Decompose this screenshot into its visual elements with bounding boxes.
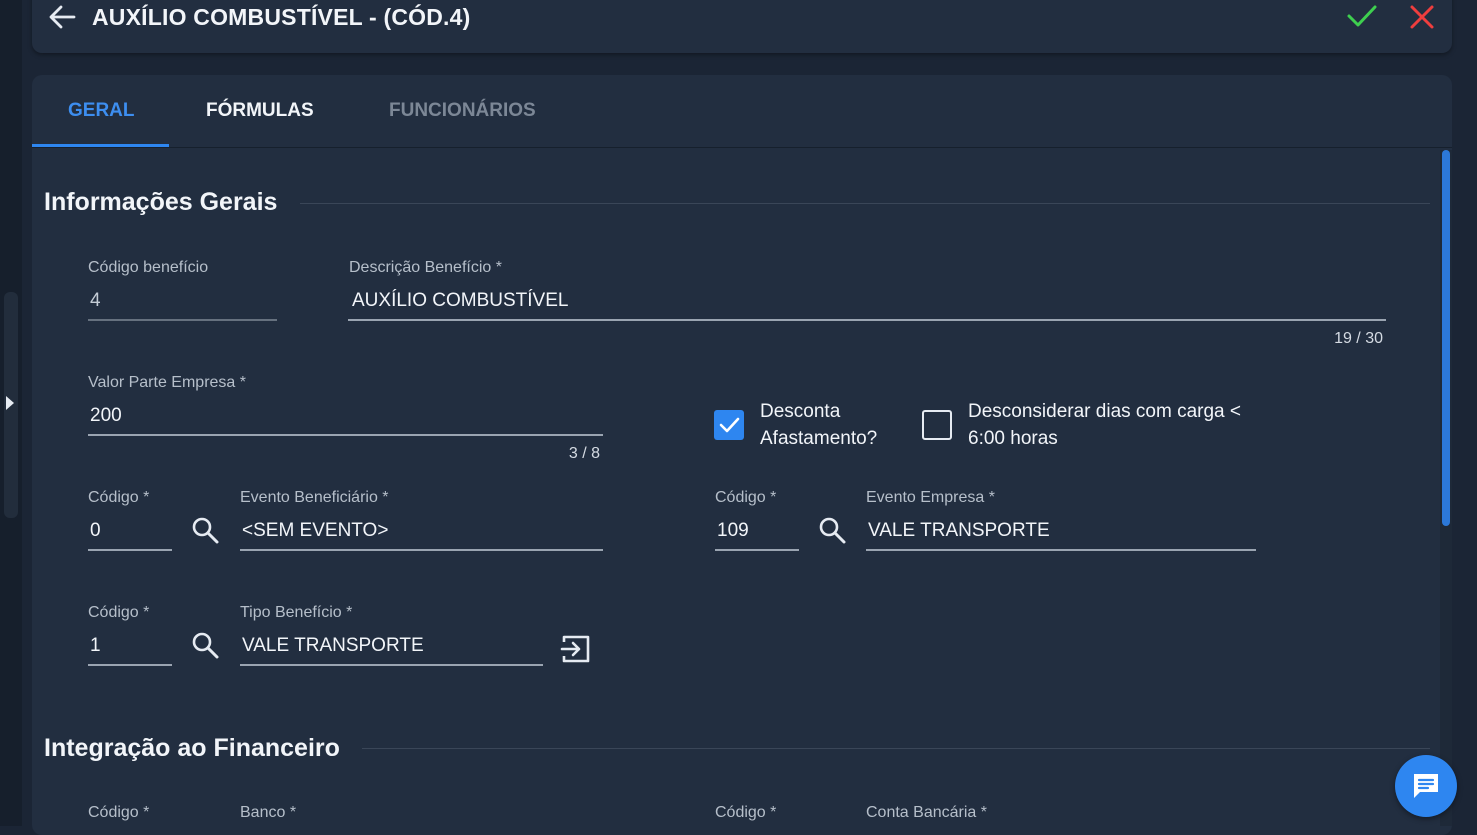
arrow-left-icon[interactable] — [48, 4, 76, 30]
evento-empresa-codigo-input[interactable]: 109 — [717, 520, 749, 542]
conta-codigo-label: Código * — [715, 804, 777, 821]
tipo-beneficio-codigo-input[interactable]: 1 — [90, 635, 101, 657]
tab-funcionarios[interactable]: FUNCIONÁRIOS — [389, 100, 536, 122]
valor-parte-empresa-underline — [88, 434, 603, 436]
banco-label: Banco * — [240, 804, 297, 821]
desconsiderar-dias-line2: 6:00 horas — [968, 428, 1058, 449]
codigo-beneficio-underline — [88, 319, 277, 321]
close-icon[interactable] — [1408, 3, 1436, 31]
desconsiderar-dias-label: Desconsiderar dias com carga < 6:00 hora… — [968, 398, 1241, 452]
evento-beneficiario-underline — [240, 549, 603, 551]
evento-empresa-label: Evento Empresa * — [866, 489, 995, 506]
search-icon[interactable] — [190, 630, 220, 660]
desconta-afastamento-label: Desconta Afastamento? — [760, 398, 877, 452]
tabs-divider — [32, 147, 1452, 148]
section-title-financeiro: Integração ao Financeiro — [44, 734, 340, 762]
tipo-beneficio-underline — [240, 664, 543, 666]
desconsiderar-dias-line1: Desconsiderar dias com carga < — [968, 401, 1241, 422]
tipo-beneficio-label: Tipo Benefício * — [240, 604, 353, 621]
section-divider — [362, 748, 1430, 749]
evento-beneficiario-input[interactable]: <SEM EVENTO> — [242, 520, 388, 542]
conta-bancaria-label: Conta Bancária * — [866, 804, 987, 821]
expand-arrow-icon[interactable] — [6, 396, 14, 410]
descricao-beneficio-underline — [348, 319, 1386, 321]
section-divider — [300, 203, 1430, 204]
page-title: AUXÍLIO COMBUSTÍVEL - (CÓD.4) — [92, 4, 471, 30]
search-icon[interactable] — [190, 515, 220, 545]
valor-parte-empresa-label: Valor Parte Empresa * — [88, 374, 246, 391]
open-external-icon[interactable] — [560, 633, 592, 665]
evento-beneficiario-label: Evento Beneficiário * — [240, 489, 389, 506]
chat-icon — [1414, 774, 1438, 798]
desconsiderar-dias-checkbox[interactable] — [922, 410, 952, 440]
desconta-afastamento-line1: Desconta — [760, 401, 841, 422]
codigo-beneficio-label: Código benefício — [88, 259, 209, 276]
tipo-beneficio-codigo-label: Código * — [88, 604, 150, 621]
tipo-beneficio-input[interactable]: VALE TRANSPORTE — [242, 635, 424, 657]
evento-beneficiario-codigo-input[interactable]: 0 — [90, 520, 101, 542]
tab-formulas[interactable]: FÓRMULAS — [206, 100, 314, 122]
evento-beneficiario-codigo-label: Código * — [88, 489, 150, 506]
banco-codigo-label: Código * — [88, 804, 150, 821]
tab-geral[interactable]: GERAL — [68, 100, 135, 122]
evento-empresa-codigo-underline — [715, 549, 799, 551]
valor-counter: 3 / 8 — [568, 445, 600, 462]
section-title-general: Informações Gerais — [44, 188, 278, 216]
check-icon[interactable] — [1346, 2, 1378, 30]
evento-empresa-codigo-label: Código * — [715, 489, 777, 506]
chat-button[interactable] — [1395, 755, 1457, 817]
evento-empresa-underline — [866, 549, 1256, 551]
descricao-counter: 19 / 30 — [1334, 330, 1383, 347]
valor-parte-empresa-input[interactable]: 200 — [90, 405, 122, 427]
descricao-beneficio-label: Descrição Benefício * — [349, 259, 502, 276]
scrollbar-thumb[interactable] — [1442, 150, 1450, 526]
search-icon[interactable] — [817, 515, 847, 545]
evento-empresa-input[interactable]: VALE TRANSPORTE — [868, 520, 1050, 542]
codigo-beneficio-value: 4 — [90, 290, 101, 311]
descricao-beneficio-input[interactable]: AUXÍLIO COMBUSTÍVEL — [352, 290, 568, 312]
tipo-beneficio-codigo-underline — [88, 664, 172, 666]
desconta-afastamento-line2: Afastamento? — [760, 428, 878, 449]
desconta-afastamento-checkbox[interactable] — [714, 410, 744, 440]
evento-beneficiario-codigo-underline — [88, 549, 172, 551]
checkmark-icon — [719, 417, 740, 433]
